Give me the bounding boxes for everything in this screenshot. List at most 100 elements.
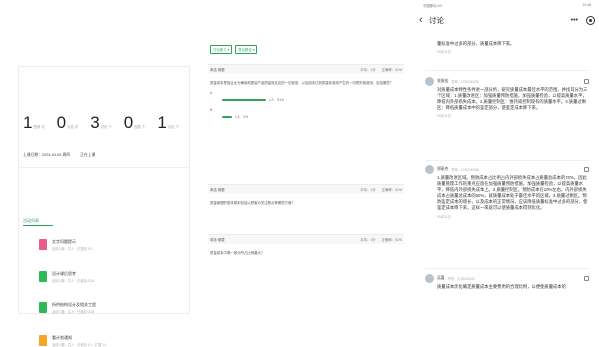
correct-rate: 正确率：51%	[381, 238, 402, 242]
comment-date: 03月11日	[437, 214, 452, 219]
option-bar-row: 1人 0%	[208, 112, 404, 121]
student-number: 学号：1730230120	[447, 277, 475, 281]
activity-title: 看计划通知	[52, 335, 72, 340]
student-number: 学号：1730230108	[451, 80, 479, 84]
clock-text: 10:48	[582, 3, 592, 7]
option-percent: 0%	[243, 114, 249, 119]
class-meta: 上课日期：2024-04-09 周四 正在上课	[23, 153, 95, 158]
activity-item[interactable]: 看计划通知 活动人数：共人 · 已参加 1/1 · 扩展 3人	[39, 335, 107, 347]
class-overview-panel: 1 签到 次 0 点名 次 3 讨论 个 0 回答 个 1 讨论 个 上课日期：…	[18, 66, 191, 347]
avg-score: 平均：1分	[360, 188, 376, 192]
discussion-phone-view: 中国移动 4G 10:48 ‹ 讨论 ••• 量标准中过多的部分，质量成本降下来…	[415, 0, 599, 317]
stat-number: 0	[56, 113, 67, 132]
comment-text: 量标准中过多的部分，质量成本降下来。	[437, 41, 515, 46]
question-text: 质量管理的基本原则包括以顾客为关注焦点等哪些方面？	[210, 201, 295, 205]
option-count: 1人	[269, 98, 275, 102]
question-type: 单选·概要	[210, 68, 225, 72]
correct-rate: 正确率：51%	[381, 68, 402, 72]
comment-text: 对质量成本特性条件进一部分析，研究质量成本最佳水平的范围，并找其分为三个区域：1…	[437, 87, 588, 111]
activity-subtitle: 活动人数：共人 · 已参加 1/1 · 扩展 3人	[52, 343, 108, 347]
activity-item[interactable]: 所供结构设计及相关工程 活动人数：共人 · 已参加 0/18	[39, 302, 96, 314]
option-percent: 51%	[277, 97, 285, 102]
activity-subtitle: 活动人数：共人 · 已参加 0/18	[52, 310, 94, 314]
carrier-text: 中国移动 4G	[423, 4, 443, 8]
page-title: 讨论	[429, 15, 444, 25]
activity-subtitle: 活动人数：共人 · 已参加 0/18	[52, 279, 94, 283]
question-text: 质量成本中哪一部分所占比例最大？	[210, 251, 265, 255]
stat-caption: 讨论 个	[100, 125, 112, 129]
avg-score: 平均：1分	[360, 238, 376, 242]
comment-text: 质量成本优化确定质量成本主要费用的合理比例，以便使质量成本的	[437, 284, 566, 289]
comment-tail: 量标准中过多的部分，质量成本降下来。 03月11日	[425, 40, 589, 54]
commenter-name: 吴嘉	[437, 276, 445, 280]
question-header: 单选·概要 平均：1分 正确率：51%	[208, 65, 404, 74]
divider	[425, 70, 589, 71]
class-status: 正在上课	[80, 153, 96, 157]
stat-rollcall[interactable]: 0 点名 次	[57, 113, 91, 133]
question-header: 单选·概要 平均：1分 正确率：51%	[208, 185, 404, 194]
comment-item: 吴嘉 学号：1730230120 质量成本优化确定质量成本主要费用的合理比例，以…	[425, 274, 589, 290]
comment-date: 03月11日	[437, 114, 452, 119]
export-report-button[interactable]: 导出报告 ▾	[235, 45, 258, 54]
stat-answer[interactable]: 0 回答 个	[124, 113, 158, 133]
stat-caption: 讨论 个	[167, 125, 179, 129]
option-bar	[222, 115, 232, 118]
like-icon[interactable]	[584, 79, 589, 84]
stat-caption: 回答 个	[134, 125, 146, 129]
comment-item: 郑丽杰 学号：1730230156 1.质量改进区域。预防成本占比例占内外部损失…	[425, 165, 589, 219]
tab-activity-list[interactable]: 活动列表	[23, 218, 39, 224]
like-icon[interactable]	[584, 276, 589, 281]
activity-item[interactable]: 设计课后思考 活动人数：共人 · 已参加 0/18	[39, 271, 94, 283]
stat-number: 1	[23, 113, 33, 132]
question-card: 单选·概要 平均：1分 正确率：51% 质量成本中哪一部分所占比例最大？	[208, 234, 404, 261]
stat-caption: 点名 次	[67, 125, 79, 129]
back-arrow-icon[interactable]: ‹	[419, 14, 429, 26]
question-text: 质量成本是指企业为确保和提高产品质量而支出的一切费用，以及因未达到质量标准而产生…	[210, 81, 394, 85]
stats-row: 1 签到 次 0 点名 次 3 讨论 个 0 回答 个 1 讨论 个	[23, 113, 191, 133]
commenter-name: 郑丽杰	[437, 167, 449, 171]
comment-item: 张振宏 学号：1730230108 对质量成本特性条件进一部分析，研究质量成本最…	[425, 77, 589, 118]
document-icon	[39, 302, 47, 313]
commenter-name: 张振宏	[437, 79, 449, 83]
correct-rate: 正确率：51%	[381, 188, 402, 192]
stat-topic[interactable]: 1 讨论 个	[157, 113, 191, 133]
question-type: 单选·概要	[210, 238, 225, 242]
question-header: 单选·概要 平均：1分 正确率：51%	[208, 235, 404, 244]
option-bar	[222, 98, 266, 101]
nav-bar: ‹ 讨论 •••	[419, 12, 595, 28]
activity-title: 文字问题提示	[52, 239, 76, 244]
like-icon[interactable]	[584, 167, 589, 172]
toolbar: 讨论练习 ▾ 导出报告 ▾	[210, 45, 258, 54]
avg-score: 平均：1分	[360, 68, 376, 72]
stat-caption: 签到 次	[33, 125, 45, 129]
document-icon	[39, 335, 47, 346]
comment-text: 1.质量改进区域。预防成本占比例占内外部损失成本占质量总成本的70%。因此质量管…	[437, 175, 588, 211]
practice-dropdown-button[interactable]: 讨论练习 ▾	[210, 45, 233, 54]
question-card: 单选·概要 平均：1分 正确率：51% 质量成本是指企业为确保和提高产品质量而支…	[208, 64, 404, 121]
option-count: 1人	[235, 115, 241, 119]
divider	[425, 268, 589, 269]
divider	[19, 167, 189, 168]
stat-number: 0	[123, 113, 134, 132]
avatar[interactable]	[425, 165, 434, 174]
avatar[interactable]	[425, 77, 434, 86]
activity-item[interactable]: 文字问题提示 活动人数：共人 · 已签到 3人	[39, 239, 93, 251]
record-icon[interactable]	[586, 15, 595, 25]
comment-date: 03月11日	[437, 50, 452, 55]
stat-number: 1	[157, 113, 167, 132]
question-type: 单选·概要	[210, 188, 225, 192]
document-icon	[39, 271, 47, 282]
stat-number: 3	[90, 113, 100, 132]
divider	[425, 160, 589, 161]
question-card: 单选·概要 平均：1分 正确率：51% 质量管理的基本原则包括以顾客为关注焦点等…	[208, 184, 404, 211]
activity-title: 所供结构设计及相关工程	[52, 302, 96, 307]
stat-discussion[interactable]: 3 讨论 个	[90, 113, 124, 133]
option-bar-row: 1人 51%	[208, 95, 404, 104]
tab-underline	[23, 225, 53, 226]
class-date: 上课日期：2024-04-09 周四	[23, 153, 71, 157]
more-icon[interactable]: •••	[571, 17, 578, 24]
stat-signin[interactable]: 1 签到 次	[23, 113, 57, 133]
status-bar: 中国移动 4G 10:48	[423, 3, 591, 8]
avatar[interactable]	[425, 274, 434, 283]
activity-title: 设计课后思考	[52, 271, 76, 276]
